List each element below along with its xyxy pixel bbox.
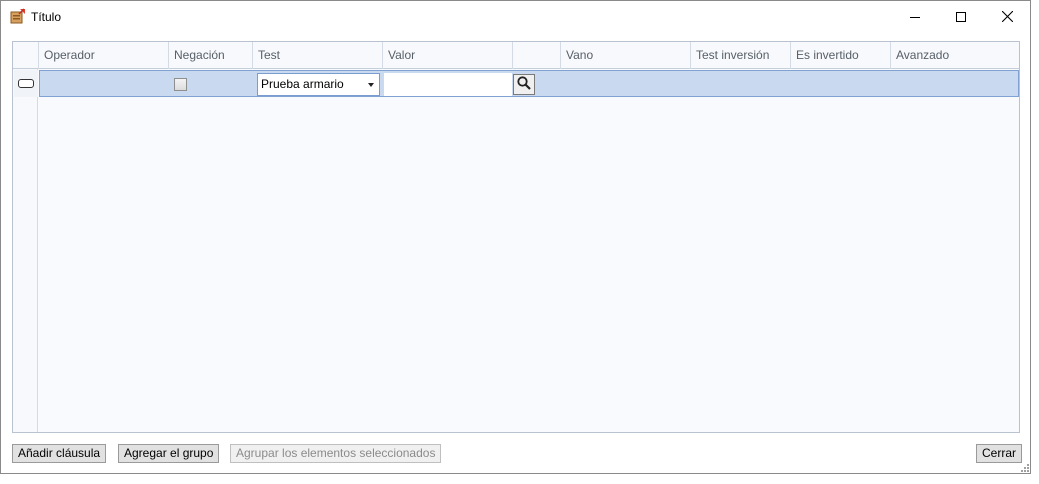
maximize-icon: [956, 11, 966, 22]
minimize-icon: [910, 12, 920, 22]
valor-input[interactable]: [384, 73, 512, 96]
row-indicator-icon: [18, 79, 34, 88]
row-selector-column: [13, 42, 38, 432]
window-title: Título: [31, 10, 62, 24]
column-header-test[interactable]: Test: [252, 42, 382, 69]
close-window-button[interactable]: [984, 1, 1030, 32]
clause-grid[interactable]: Operador Negación Test Valor Vano Test i…: [12, 41, 1020, 433]
chevron-down-icon: [368, 83, 374, 87]
group-selected-button[interactable]: Agrupar los elementos seleccionados: [230, 444, 442, 463]
row-indicator[interactable]: [14, 70, 38, 97]
close-icon: [1001, 11, 1013, 22]
add-group-button[interactable]: Agregar el grupo: [118, 444, 220, 463]
minimize-button[interactable]: [892, 1, 938, 32]
title-bar[interactable]: Título: [1, 1, 1030, 32]
test-dropdown-value: Prueba armario: [261, 77, 344, 91]
dialog-window: Título Operador Negación Test Valor Vano: [0, 0, 1031, 474]
search-icon: [517, 76, 531, 93]
close-button[interactable]: Cerrar: [976, 444, 1023, 463]
add-clause-button[interactable]: Añadir cláusula: [12, 444, 107, 463]
column-header-test-inversion[interactable]: Test inversión: [690, 42, 790, 69]
column-header-valor[interactable]: Valor: [382, 42, 512, 69]
resize-grip-icon[interactable]: [1018, 461, 1030, 473]
column-header-blank[interactable]: [512, 42, 560, 69]
column-header-operador[interactable]: Operador: [38, 42, 168, 69]
test-dropdown[interactable]: Prueba armario: [257, 73, 380, 96]
column-header-es-invertido[interactable]: Es invertido: [790, 42, 890, 69]
app-icon: [10, 8, 26, 24]
column-header-negacion[interactable]: Negación: [168, 42, 252, 69]
search-button[interactable]: [513, 74, 535, 95]
column-header-vano[interactable]: Vano: [560, 42, 690, 69]
negacion-checkbox[interactable]: [174, 78, 187, 91]
grid-header: Operador Negación Test Valor Vano Test i…: [13, 42, 1019, 69]
maximize-button[interactable]: [938, 1, 984, 32]
column-header-avanzado[interactable]: Avanzado: [890, 42, 1020, 69]
